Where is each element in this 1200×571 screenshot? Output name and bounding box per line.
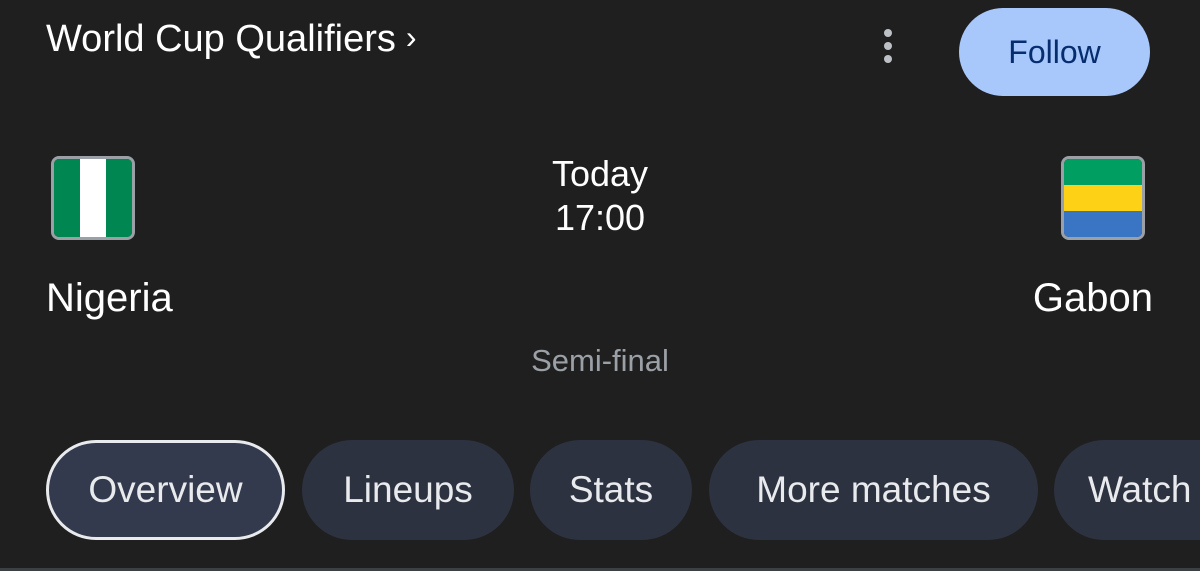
gabon-flag-icon bbox=[1061, 156, 1145, 240]
follow-button[interactable]: Follow bbox=[959, 8, 1150, 96]
home-team-name[interactable]: Nigeria bbox=[46, 276, 173, 321]
tab-overview[interactable]: Overview bbox=[46, 440, 285, 540]
chevron-right-icon: › bbox=[405, 19, 417, 55]
tab-lineups[interactable]: Lineups bbox=[302, 440, 514, 540]
away-team-name[interactable]: Gabon bbox=[1033, 276, 1153, 321]
match-time: 17:00 bbox=[554, 197, 646, 238]
more-vert-icon bbox=[884, 29, 892, 37]
tab-more-matches[interactable]: More matches bbox=[709, 440, 1038, 540]
more-options-button[interactable] bbox=[866, 24, 910, 68]
tab-stats[interactable]: Stats bbox=[530, 440, 692, 540]
match-day: Today bbox=[551, 153, 649, 194]
match-round: Semi-final bbox=[531, 343, 669, 378]
tab-bar: Overview Lineups Stats More matches Watc… bbox=[0, 440, 1200, 540]
match-card: World Cup Qualifiers › Follow Nigeria To… bbox=[0, 0, 1200, 571]
competition-title: World Cup Qualifiers bbox=[46, 18, 396, 60]
competition-link[interactable]: World Cup Qualifiers › bbox=[46, 18, 417, 61]
nigeria-flag-icon bbox=[51, 156, 135, 240]
tab-watch[interactable]: Watch bbox=[1054, 440, 1200, 540]
